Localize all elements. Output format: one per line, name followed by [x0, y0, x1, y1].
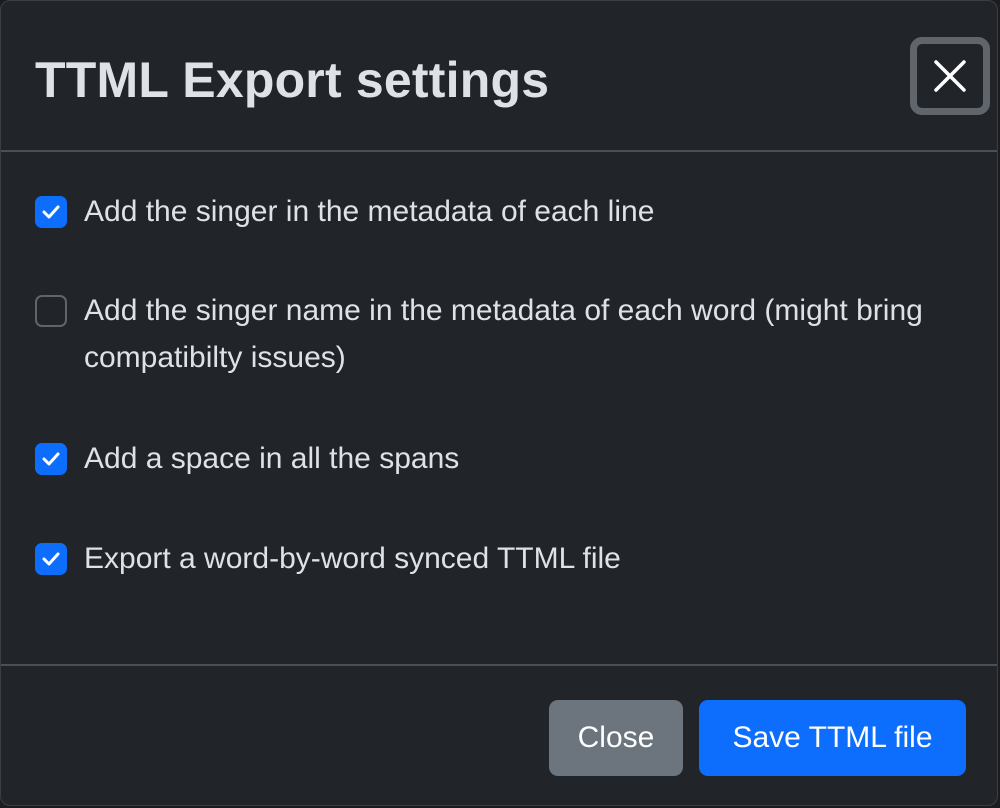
word-by-word-label[interactable]: Export a word-by-word synced TTML file — [84, 535, 621, 582]
ttml-export-dialog: TTML Export settings Add the singer in t… — [0, 0, 998, 806]
close-x-icon — [934, 60, 966, 92]
singer-per-line-checkbox[interactable] — [35, 196, 67, 228]
checkmark-icon — [42, 552, 60, 566]
option-singer-per-line[interactable]: Add the singer in the metadata of each l… — [35, 194, 957, 235]
space-in-spans-label[interactable]: Add a space in all the spans — [84, 435, 459, 482]
close-button[interactable]: Close — [549, 700, 683, 776]
word-by-word-checkbox[interactable] — [35, 543, 67, 575]
dialog-footer: Close Save TTML file — [1, 664, 997, 805]
option-singer-per-word[interactable]: Add the singer name in the metadata of e… — [35, 293, 957, 381]
singer-per-word-label[interactable]: Add the singer name in the metadata of e… — [84, 287, 957, 381]
option-word-by-word[interactable]: Export a word-by-word synced TTML file — [35, 541, 957, 582]
space-in-spans-checkbox[interactable] — [35, 443, 67, 475]
option-space-in-spans[interactable]: Add a space in all the spans — [35, 441, 957, 482]
dialog-body: Add the singer in the metadata of each l… — [1, 152, 997, 664]
dialog-header: TTML Export settings — [1, 1, 997, 152]
singer-per-line-label[interactable]: Add the singer in the metadata of each l… — [84, 188, 654, 235]
checkmark-icon — [42, 452, 60, 466]
dialog-title: TTML Export settings — [35, 52, 550, 108]
checkmark-icon — [42, 205, 60, 219]
singer-per-word-checkbox[interactable] — [35, 295, 67, 327]
save-ttml-button[interactable]: Save TTML file — [699, 700, 966, 776]
close-dialog-button[interactable] — [910, 37, 990, 115]
